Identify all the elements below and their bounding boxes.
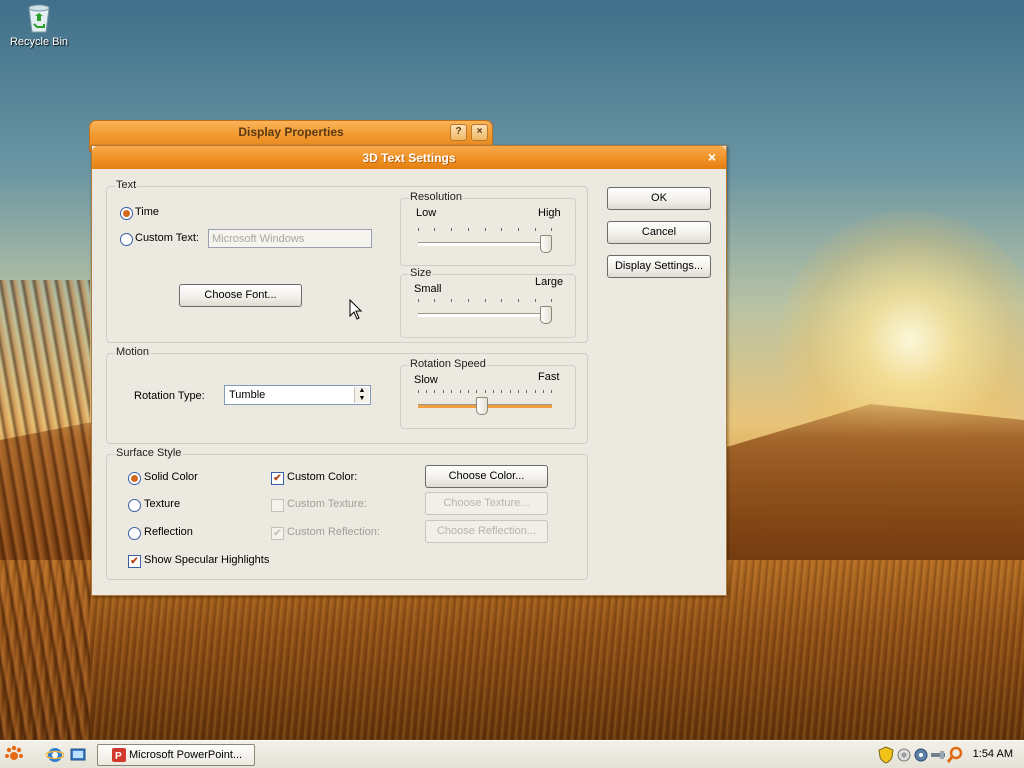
motion-caption: Motion: [115, 346, 151, 358]
back-close-button[interactable]: ×: [471, 124, 488, 141]
text-group-caption: Text: [115, 179, 138, 191]
foreground-weeds: [0, 280, 90, 740]
rotation-type-value: Tumble: [229, 389, 266, 401]
reflection-label: Reflection: [144, 526, 193, 538]
custom-reflection-checkbox[interactable]: ✔: [271, 527, 284, 540]
solid-color-radio[interactable]: [128, 472, 141, 485]
help-button[interactable]: ?: [450, 124, 467, 141]
custom-color-checkbox[interactable]: ✔: [271, 472, 284, 485]
svg-text:P: P: [115, 751, 122, 762]
powerpoint-icon: P: [112, 748, 126, 762]
custom-texture-label: Custom Texture:: [287, 498, 367, 510]
reflection-radio[interactable]: [128, 527, 141, 540]
network-icon[interactable]: [896, 747, 912, 766]
rotation-speed-slow-label: Slow: [414, 374, 438, 386]
choose-texture-button[interactable]: Choose Texture...: [425, 492, 548, 515]
resolution-caption: Resolution: [409, 191, 463, 203]
size-large-label: Large: [535, 276, 564, 288]
system-tray: 1:54 AM: [872, 741, 1024, 768]
size-caption: Size: [409, 267, 433, 279]
powerpoint-task-button[interactable]: P Microsoft PowerPoint...: [97, 744, 255, 766]
choose-font-button[interactable]: Choose Font...: [179, 284, 302, 307]
show-desktop-icon[interactable]: [69, 746, 87, 764]
texture-radio[interactable]: [128, 499, 141, 512]
time-radio[interactable]: [120, 207, 133, 220]
display-properties-title: Display Properties: [238, 125, 344, 139]
size-ticks: [418, 299, 552, 303]
show-specular-label: Show Specular Highlights: [144, 554, 270, 566]
dialog-title-bar: 3D Text Settings ×: [92, 146, 726, 169]
custom-text-label: Custom Text:: [135, 232, 199, 244]
rotation-speed-slider-thumb[interactable]: [476, 397, 488, 415]
size-slider-thumb[interactable]: [540, 306, 552, 324]
rotation-speed-fast-label: Fast: [538, 371, 560, 383]
security-shield-icon[interactable]: [878, 746, 894, 767]
resolution-ticks: [418, 228, 552, 232]
custom-text-radio[interactable]: [120, 233, 133, 246]
search-icon[interactable]: [946, 746, 963, 767]
start-menu-icon[interactable]: [4, 745, 26, 765]
resolution-high-label: High: [538, 207, 561, 219]
custom-text-field[interactable]: Microsoft Windows: [208, 229, 372, 248]
size-small-label: Small: [414, 283, 442, 295]
mouse-cursor-icon: [349, 298, 363, 324]
3d-text-settings-dialog: 3D Text Settings × OK Cancel Display Set…: [91, 145, 727, 596]
show-specular-checkbox[interactable]: ✔: [128, 555, 141, 568]
resolution-slider-thumb[interactable]: [540, 235, 552, 253]
ok-button[interactable]: OK: [607, 187, 711, 210]
resolution-slider-track: [418, 242, 552, 246]
taskbar: P Microsoft PowerPoint... 1:54 AM: [0, 740, 1024, 768]
volume-icon[interactable]: [913, 747, 929, 766]
size-slider-track: [418, 313, 552, 317]
display-settings-button[interactable]: Display Settings...: [607, 255, 711, 278]
rotation-speed-caption: Rotation Speed: [409, 358, 487, 370]
rotation-type-label: Rotation Type:: [134, 390, 205, 402]
resolution-low-label: Low: [416, 207, 437, 219]
surface-style-caption: Surface Style: [115, 447, 183, 459]
recycle-bin-desktop-icon[interactable]: Recycle Bin: [8, 2, 70, 48]
choose-reflection-button[interactable]: Choose Reflection...: [425, 520, 548, 543]
solid-color-label: Solid Color: [144, 471, 198, 483]
clock: 1:54 AM: [972, 748, 1013, 760]
powerpoint-task-label: Microsoft PowerPoint...: [129, 749, 243, 761]
rotation-type-select[interactable]: Tumble ▲ ▼: [224, 385, 371, 405]
dialog-close-button[interactable]: ×: [704, 149, 720, 165]
recycle-bin-icon: [24, 2, 54, 34]
texture-label: Texture: [144, 498, 181, 510]
choose-color-button[interactable]: Choose Color...: [425, 465, 548, 488]
dialog-title: 3D Text Settings: [362, 151, 456, 165]
rotation-speed-ticks: [418, 390, 552, 394]
recycle-bin-label: Recycle Bin: [9, 36, 69, 48]
connection-icon[interactable]: [930, 748, 946, 765]
spin-arrows-icon[interactable]: ▲ ▼: [354, 387, 369, 403]
time-label: Time: [135, 206, 160, 218]
custom-color-label: Custom Color:: [287, 471, 358, 483]
custom-reflection-label: Custom Reflection:: [287, 526, 380, 538]
internet-explorer-icon[interactable]: [45, 746, 65, 764]
custom-texture-checkbox[interactable]: [271, 499, 284, 512]
cancel-button[interactable]: Cancel: [607, 221, 711, 244]
